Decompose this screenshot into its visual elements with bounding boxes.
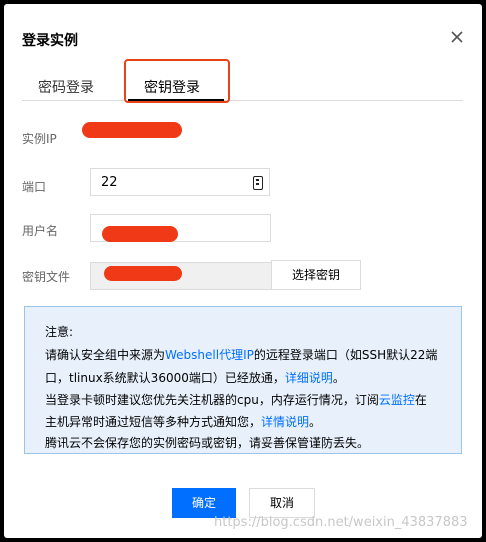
notice-text: 。 <box>309 415 322 429</box>
redacted-username <box>102 226 178 242</box>
cancel-button[interactable]: 取消 <box>249 488 315 518</box>
username-label: 用户名 <box>22 224 59 238</box>
tab-highlight-box <box>124 59 230 103</box>
notice-text: 口，tlinux系统默认36000端口）已经放通， <box>45 371 285 385</box>
notice-line-4: 主机异常时通过短信等多种方式通知您，详情说明。 <box>45 413 321 430</box>
dialog-title: 登录实例 <box>22 33 78 49</box>
select-key-button[interactable]: 选择密钥 <box>271 260 361 290</box>
tabs-divider <box>22 100 463 101</box>
notice-title: 注意: <box>45 325 74 339</box>
close-icon[interactable] <box>448 28 466 46</box>
confirm-button[interactable]: 确定 <box>172 488 236 518</box>
redacted-key-file <box>104 266 182 281</box>
webshell-proxy-ip-link[interactable]: Webshell代理IP <box>165 348 254 362</box>
instance-ip-label: 实例IP <box>22 132 57 146</box>
key-file-label: 密钥文件 <box>22 270 71 284</box>
port-input[interactable]: 22 <box>90 168 270 196</box>
login-instance-dialog: 登录实例 密码登录 密钥登录 实例IP 端口 22 用户名 密钥文件 选择密钥 … <box>4 4 482 538</box>
notice-text: 在 <box>414 393 427 407</box>
port-value: 22 <box>101 175 118 190</box>
notice-line-3: 当登录卡顿时建议您优先关注机器的cpu，内存运行情况，订阅云监控在 <box>45 391 427 408</box>
port-label: 端口 <box>22 180 47 194</box>
port-stepper-icon[interactable] <box>253 176 263 190</box>
notice-line-2: 口，tlinux系统默认36000端口）已经放通，详细说明。 <box>45 369 345 386</box>
tab-password-login[interactable]: 密码登录 <box>38 77 94 97</box>
redacted-ip <box>82 122 182 138</box>
details-explanation-link[interactable]: 详情说明 <box>261 415 309 429</box>
notice-text: 当登录卡顿时建议您优先关注机器的cpu，内存运行情况，订阅 <box>45 393 379 407</box>
notice-line-1: 请确认安全组中来源为Webshell代理IP的远程登录端口（如SSH默认22端 <box>45 346 437 363</box>
notice-text: 的远程登录端口（如SSH默认22端 <box>253 348 438 362</box>
notice-box: 注意: 请确认安全组中来源为Webshell代理IP的远程登录端口（如SSH默认… <box>24 306 462 454</box>
notice-line-5: 腾讯云不会保存您的实例密码或密钥，请妥善保管谨防丢失。 <box>45 436 370 450</box>
notice-text: 。 <box>332 371 345 385</box>
watermark: https://blog.csdn.net/weixin_43837883 <box>214 515 468 530</box>
notice-text: 请确认安全组中来源为 <box>45 348 166 362</box>
details-link[interactable]: 详细说明 <box>285 371 333 385</box>
cloud-monitor-link[interactable]: 云监控 <box>379 393 415 407</box>
notice-text: 主机异常时通过短信等多种方式通知您， <box>45 415 262 429</box>
